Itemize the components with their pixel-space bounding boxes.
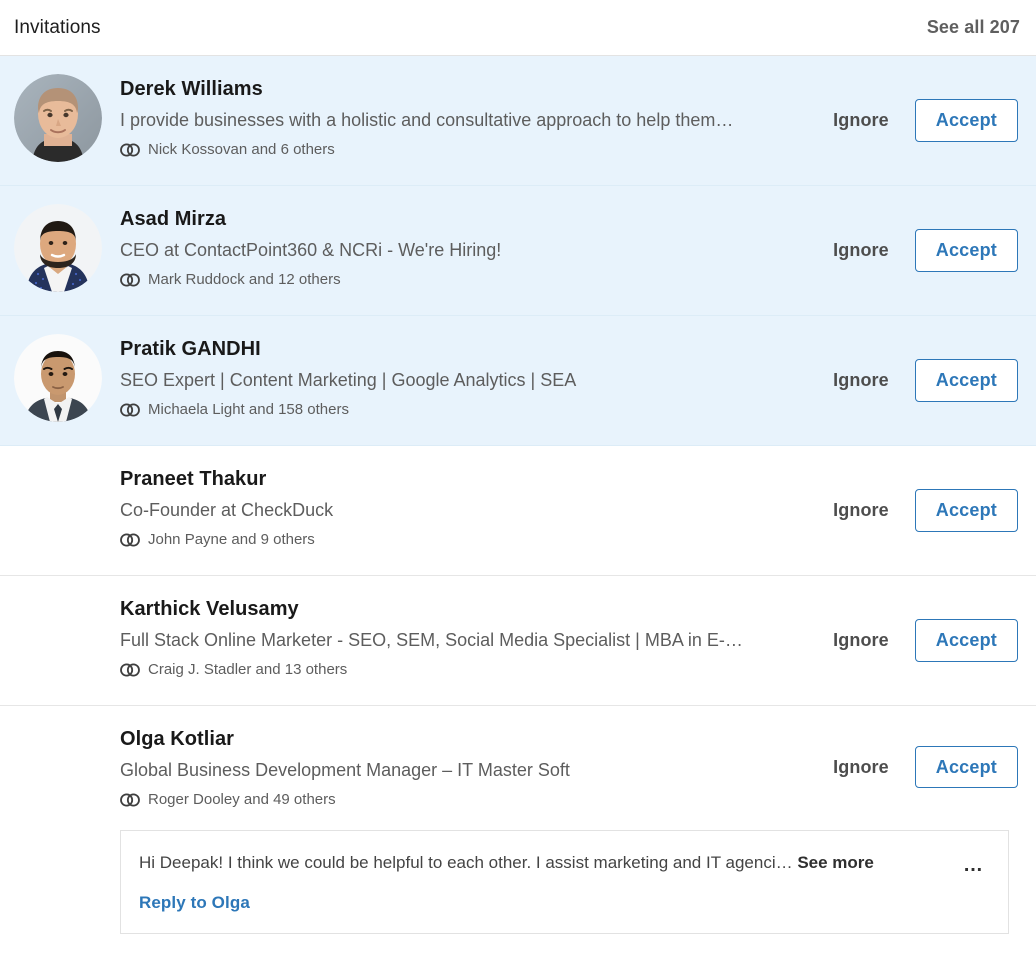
mutual-connections-icon: [120, 273, 140, 287]
mutual-connections-icon: [120, 533, 140, 547]
invitations-list: Derek Williams I provide businesses with …: [0, 56, 1036, 935]
mutual-connections: Mark Ruddock and 12 others: [120, 271, 829, 288]
avatar[interactable]: [14, 204, 102, 292]
mutual-connections: Roger Dooley and 49 others: [120, 791, 829, 808]
invitation-actions: Ignore Accept: [829, 619, 1020, 662]
invitation-headline: Co-Founder at CheckDuck: [120, 500, 334, 520]
page-title: Invitations: [14, 16, 101, 38]
ignore-button[interactable]: Ignore: [829, 751, 893, 784]
mutual-connections-label: Michaela Light and 158 others: [148, 401, 349, 419]
ignore-button[interactable]: Ignore: [829, 624, 893, 657]
mutual-connections-icon: [120, 793, 140, 807]
invitation-name[interactable]: Pratik GANDHI: [120, 336, 261, 362]
invitation-row[interactable]: Praneet Thakur Co-Founder at CheckDuck Joh…: [0, 446, 1036, 576]
invitation-actions: Ignore Accept: [829, 745, 1020, 789]
invitation-headline: Global Business Development Manager – IT…: [120, 760, 570, 780]
invitation-details: Derek Williams I provide businesses with …: [120, 72, 829, 158]
mutual-connections: John Payne and 9 others: [120, 531, 829, 548]
invitation-name[interactable]: Olga Kotliar: [120, 726, 234, 752]
invitation-headline: Full Stack Online Marketer - SEO, SEM, S…: [120, 630, 743, 650]
mutual-connections: Craig J. Stadler and 13 others: [120, 661, 829, 678]
ignore-button[interactable]: Ignore: [829, 104, 893, 137]
ignore-button[interactable]: Ignore: [829, 234, 893, 267]
invitation-details: Karthick Velusamy Full Stack Online Marke…: [120, 592, 829, 678]
message-text: Hi Deepak! I think we could be helpful t…: [139, 849, 929, 876]
overflow-menu-icon[interactable]: …: [953, 849, 994, 881]
mutual-connections-label: Craig J. Stadler and 13 others: [148, 661, 348, 679]
invitation-row[interactable]: Olga Kotliar Global Business Development …: [0, 706, 1036, 935]
profile-photo: [14, 74, 102, 162]
invitation-headline: SEO Expert | Content Marketing | Google …: [120, 370, 577, 390]
invitation-actions: Ignore Accept: [829, 99, 1020, 142]
invitation-details: Pratik GANDHI SEO Expert | Content Market…: [120, 332, 829, 418]
mutual-connections-label: Mark Ruddock and 12 others: [148, 271, 341, 289]
see-all-invitations-link[interactable]: See all 207: [927, 17, 1020, 38]
invitation-details: Olga Kotliar Global Business Development …: [120, 722, 829, 808]
mutual-connections-icon: [120, 403, 140, 417]
mutual-connections-label: John Payne and 9 others: [148, 531, 315, 549]
see-more-link[interactable]: See more: [797, 853, 874, 872]
mutual-connections: Michaela Light and 158 others: [120, 401, 829, 418]
invitation-message-card: Hi Deepak! I think we could be helpful t…: [120, 830, 1009, 935]
mutual-connections-icon: [120, 143, 140, 157]
invitations-panel: Invitations See all 207 Derek Williams I …: [0, 0, 1036, 935]
accept-button[interactable]: Accept: [914, 229, 1018, 272]
invitation-row[interactable]: Karthick Velusamy Full Stack Online Marke…: [0, 576, 1036, 706]
invitation-details: Praneet Thakur Co-Founder at CheckDuck Joh…: [120, 462, 829, 548]
invitation-row[interactable]: Asad Mirza CEO at ContactPoint360 & NCRi …: [0, 186, 1036, 316]
invitations-header: Invitations See all 207: [0, 0, 1036, 56]
avatar[interactable]: [14, 74, 102, 162]
invitation-row[interactable]: Pratik GANDHI SEO Expert | Content Market…: [0, 316, 1036, 446]
mutual-connections-label: Roger Dooley and 49 others: [148, 791, 336, 809]
reply-link[interactable]: Reply to Olga: [139, 893, 250, 913]
ignore-button[interactable]: Ignore: [829, 494, 893, 527]
accept-button[interactable]: Accept: [914, 489, 1018, 532]
ignore-button[interactable]: Ignore: [829, 364, 893, 397]
mutual-connections-icon: [120, 663, 140, 677]
accept-button[interactable]: Accept: [914, 745, 1018, 789]
invitation-name[interactable]: Asad Mirza: [120, 206, 226, 232]
invitation-message-wrapper: Hi Deepak! I think we could be helpful t…: [14, 812, 1020, 935]
profile-photo: [14, 334, 102, 422]
accept-button[interactable]: Accept: [914, 359, 1018, 402]
invitation-actions: Ignore Accept: [829, 489, 1020, 532]
message-body: Hi Deepak! I think we could be helpful t…: [139, 853, 798, 872]
message-content: Hi Deepak! I think we could be helpful t…: [139, 849, 943, 913]
mutual-connections-label: Nick Kossovan and 6 others: [148, 141, 335, 159]
invitation-name[interactable]: Derek Williams: [120, 76, 263, 102]
invitation-actions: Ignore Accept: [829, 229, 1020, 272]
invitation-row[interactable]: Derek Williams I provide businesses with …: [0, 56, 1036, 186]
accept-button[interactable]: Accept: [914, 99, 1018, 142]
invitation-name[interactable]: Karthick Velusamy: [120, 596, 299, 622]
invitation-actions: Ignore Accept: [829, 359, 1020, 402]
invitation-headline: I provide businesses with a holistic and…: [120, 110, 734, 130]
avatar[interactable]: [14, 334, 102, 422]
mutual-connections: Nick Kossovan and 6 others: [120, 141, 829, 158]
invitation-details: Asad Mirza CEO at ContactPoint360 & NCRi …: [120, 202, 829, 288]
invitation-name[interactable]: Praneet Thakur: [120, 466, 266, 492]
profile-photo: [14, 204, 102, 292]
invitation-headline: CEO at ContactPoint360 & NCRi - We're Hi…: [120, 240, 502, 260]
accept-button[interactable]: Accept: [914, 619, 1018, 662]
